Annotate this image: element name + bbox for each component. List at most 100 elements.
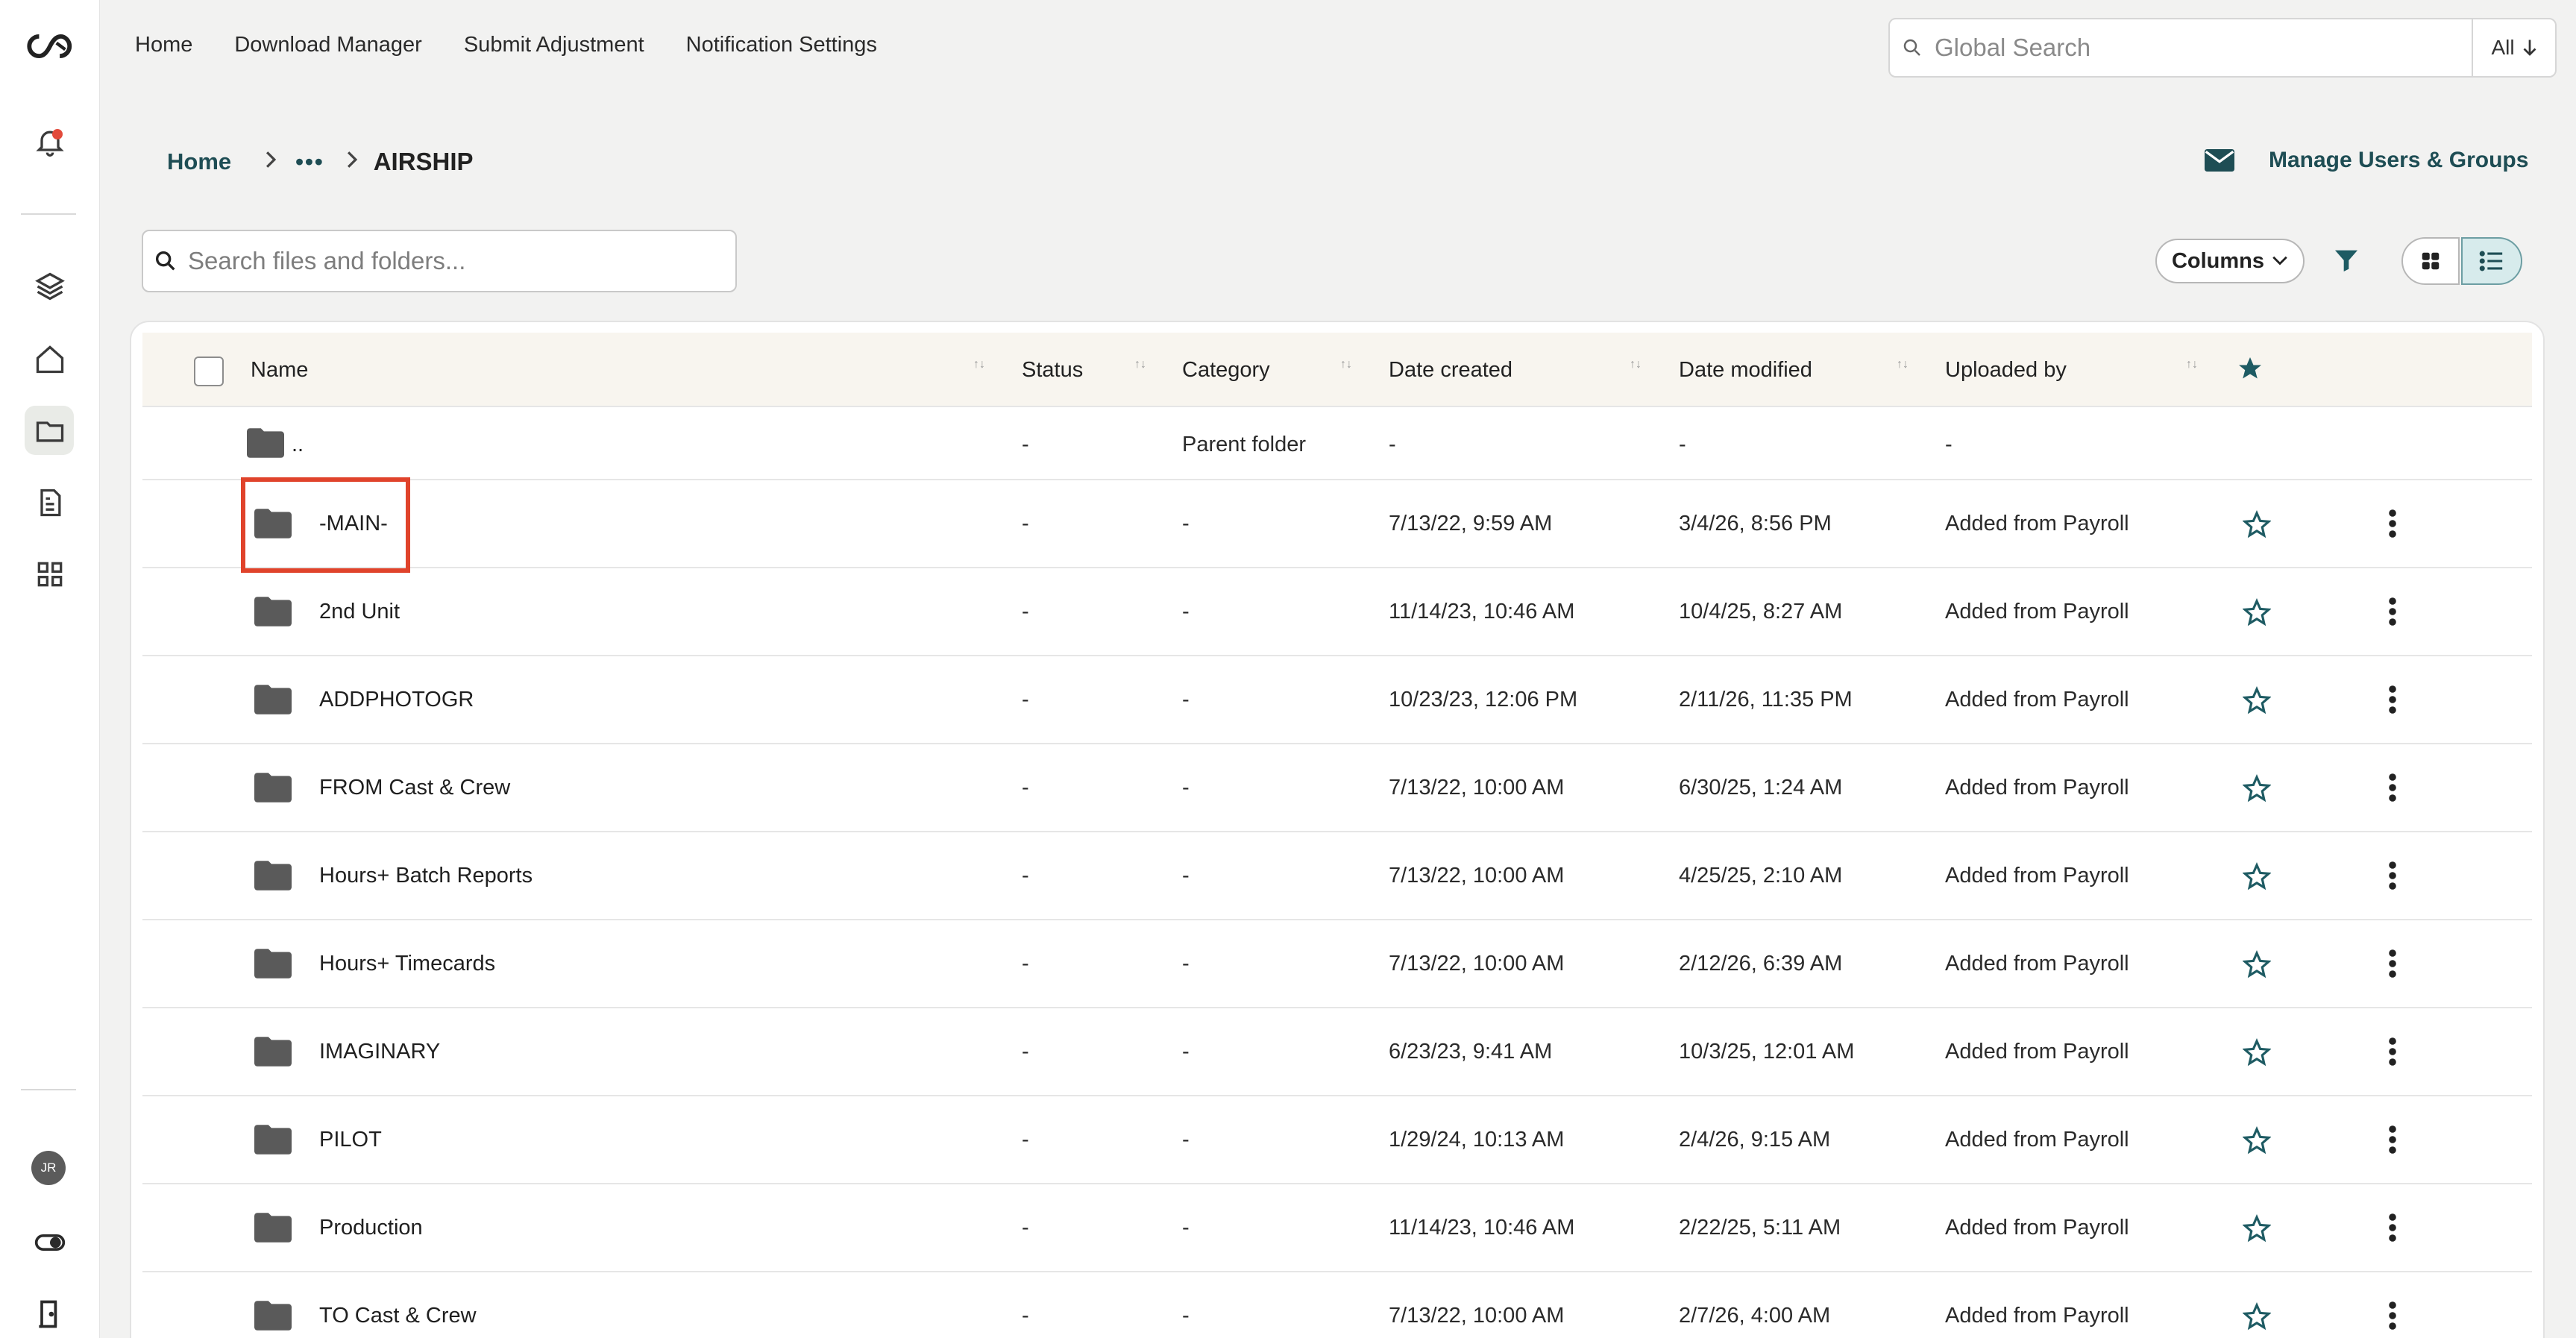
sort-icon[interactable]: ↑↓	[973, 358, 985, 371]
kebab-menu-icon[interactable]	[2387, 1301, 2398, 1334]
logout-door-icon[interactable]	[0, 1284, 100, 1338]
select-all-checkbox[interactable]	[194, 357, 224, 386]
cell-category: -	[1182, 952, 1190, 976]
global-search[interactable]: Global Search All	[1888, 18, 2557, 78]
sort-icon[interactable]: ↑↓	[1630, 358, 1642, 371]
star-outline-icon[interactable]	[2242, 862, 2272, 894]
filter-icon[interactable]	[2331, 245, 2361, 280]
nav-submit-adjustment[interactable]: Submit Adjustment	[464, 33, 644, 57]
kebab-menu-icon[interactable]	[2387, 861, 2398, 894]
star-outline-icon[interactable]	[2242, 1302, 2272, 1334]
table-row[interactable]: IMAGINARY - - 6/23/23, 9:41 AM 10/3/25, 12:0…	[142, 1008, 2532, 1096]
manage-users-groups-link[interactable]: Manage Users & Groups	[2205, 148, 2528, 173]
table-row[interactable]: Production - - 11/14/23, 10:46 AM 2/22/25, 5…	[142, 1184, 2532, 1272]
table-header: Name ↑↓ Status ↑↓ Category ↑↓ Date creat…	[142, 333, 2532, 407]
table-row[interactable]: Hours+ Timecards - - 7/13/22, 10:00 AM 2/12/…	[142, 920, 2532, 1008]
file-search-input[interactable]: Search files and folders...	[142, 230, 737, 292]
kebab-menu-icon[interactable]	[2387, 1213, 2398, 1246]
document-icon[interactable]	[0, 473, 100, 533]
columns-label: Columns	[2171, 248, 2265, 273]
cell-category: -	[1182, 1216, 1190, 1240]
cell-date-modified: 4/25/25, 2:10 AM	[1679, 864, 1843, 888]
kebab-menu-icon[interactable]	[2387, 1125, 2398, 1158]
column-header-status[interactable]: Status	[1022, 333, 1083, 407]
column-header-name[interactable]: Name	[251, 333, 308, 407]
folder-name-link[interactable]: TO Cast & Crew	[319, 1304, 477, 1328]
star-filled-icon[interactable]	[2237, 355, 2264, 386]
star-outline-icon[interactable]	[2242, 1126, 2272, 1158]
nav-download-manager[interactable]: Download Manager	[234, 33, 421, 57]
column-header-date-modified[interactable]: Date modified	[1679, 333, 1812, 407]
folder-name-link[interactable]: IMAGINARY	[319, 1040, 440, 1064]
folder-name-link[interactable]: Production	[319, 1216, 423, 1240]
folder-nav-icon[interactable]	[0, 401, 100, 461]
kebab-menu-icon[interactable]	[2387, 1037, 2398, 1070]
sort-icon[interactable]: ↑↓	[1340, 358, 1352, 371]
cell-date-modified: 2/4/26, 9:15 AM	[1679, 1128, 1831, 1152]
cell-uploaded-by: Added from Payroll	[1945, 1040, 2129, 1064]
table-row[interactable]: PILOT - - 1/29/24, 10:13 AM 2/4/26, 9:15 AM A…	[142, 1096, 2532, 1184]
envelope-icon	[2205, 149, 2234, 172]
grid-view-button[interactable]	[2401, 237, 2460, 285]
cell-status: -	[1022, 600, 1029, 624]
search-scope-dropdown[interactable]: All	[2472, 19, 2555, 76]
nav-home[interactable]: Home	[135, 33, 192, 57]
columns-button[interactable]: Columns	[2155, 239, 2305, 283]
cell-date-modified: 2/12/26, 6:39 AM	[1679, 952, 1843, 976]
list-view-button[interactable]	[2461, 237, 2522, 285]
folder-name-link[interactable]: Hours+ Timecards	[319, 952, 495, 976]
table-row[interactable]: 2nd Unit - - 11/14/23, 10:46 AM 10/4/25, 8:2…	[142, 568, 2532, 656]
sort-icon[interactable]: ↑↓	[1134, 358, 1146, 371]
folder-name-link[interactable]: PILOT	[319, 1128, 382, 1152]
nav-notification-settings[interactable]: Notification Settings	[686, 33, 877, 57]
folder-icon	[254, 1037, 292, 1070]
home-icon[interactable]	[0, 330, 100, 389]
kebab-menu-icon[interactable]	[2387, 685, 2398, 718]
table-row[interactable]: FROM Cast & Crew - - 7/13/22, 10:00 AM 6/30/…	[142, 744, 2532, 832]
cell-date-created: 7/13/22, 9:59 AM	[1389, 512, 1553, 535]
cell-date-created: 11/14/23, 10:46 AM	[1389, 1216, 1575, 1240]
avatar[interactable]: JR	[31, 1151, 66, 1185]
folder-name-link[interactable]: ADDPHOTOGR	[319, 688, 474, 712]
star-outline-icon[interactable]	[2242, 598, 2272, 630]
apps-grid-icon[interactable]	[0, 544, 100, 604]
cell-uploaded-by: Added from Payroll	[1945, 952, 2129, 976]
column-header-uploaded-by[interactable]: Uploaded by	[1945, 333, 2067, 407]
kebab-menu-icon[interactable]	[2387, 597, 2398, 630]
folder-name-link[interactable]: FROM Cast & Crew	[319, 776, 510, 800]
column-header-category[interactable]: Category	[1182, 333, 1270, 407]
star-outline-icon[interactable]	[2242, 950, 2272, 982]
layers-icon[interactable]	[0, 257, 100, 316]
column-header-date-created[interactable]: Date created	[1389, 333, 1512, 407]
kebab-menu-icon[interactable]	[2387, 949, 2398, 982]
breadcrumb-home[interactable]: Home	[167, 148, 231, 175]
table-row[interactable]: Hours+ Batch Reports - - 7/13/22, 10:00 AM 4…	[142, 832, 2532, 920]
star-outline-icon[interactable]	[2242, 1214, 2272, 1246]
table-row[interactable]: ADDPHOTOGR - - 10/23/23, 12:06 PM 2/11/26, 1…	[142, 656, 2532, 744]
bell-icon[interactable]	[0, 112, 100, 172]
star-outline-icon[interactable]	[2242, 686, 2272, 718]
chevron-down-icon	[2272, 256, 2287, 266]
parent-folder-name[interactable]: ..	[292, 433, 304, 457]
cell-date-created: 11/14/23, 10:46 AM	[1389, 600, 1575, 624]
table-row[interactable]: TO Cast & Crew - - 7/13/22, 10:00 AM 2/7/26,…	[142, 1272, 2532, 1338]
cell-date-created: 10/23/23, 12:06 PM	[1389, 688, 1578, 712]
table-row-parent[interactable]: .. - Parent folder - - -	[142, 407, 2532, 480]
notification-badge	[52, 129, 63, 139]
global-search-input[interactable]: Global Search	[1935, 34, 2472, 62]
cell-status: -	[1022, 688, 1029, 712]
logo-icon[interactable]	[0, 16, 100, 76]
folder-name-link[interactable]: Hours+ Batch Reports	[319, 864, 533, 888]
folder-name-link[interactable]: -MAIN-	[319, 512, 388, 536]
breadcrumb-ellipsis[interactable]: •••	[295, 148, 324, 175]
toggle-icon[interactable]	[0, 1213, 100, 1272]
star-outline-icon[interactable]	[2242, 1038, 2272, 1070]
kebab-menu-icon[interactable]	[2387, 509, 2398, 542]
star-outline-icon[interactable]	[2242, 774, 2272, 806]
star-outline-icon[interactable]	[2242, 510, 2272, 542]
table-row[interactable]: -MAIN- - - 7/13/22, 9:59 AM 3/4/26, 8:56 PM A…	[142, 480, 2532, 568]
sort-icon[interactable]: ↑↓	[2186, 358, 2198, 371]
kebab-menu-icon[interactable]	[2387, 773, 2398, 806]
folder-name-link[interactable]: 2nd Unit	[319, 600, 400, 624]
sort-icon[interactable]: ↑↓	[1897, 358, 1909, 371]
